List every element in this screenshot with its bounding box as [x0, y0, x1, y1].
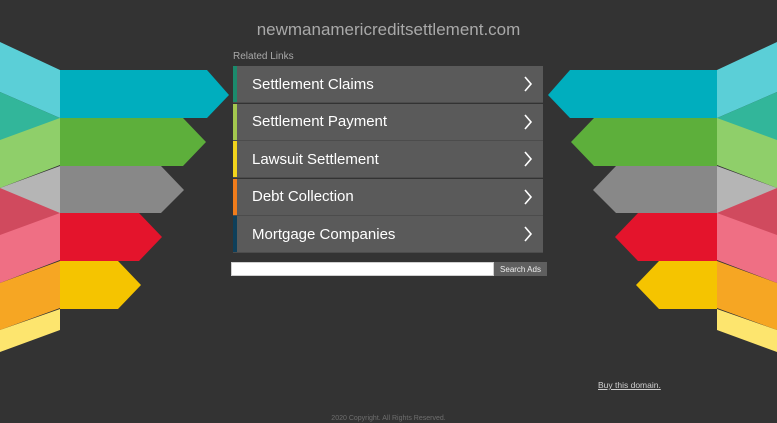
- right-band-gray: [593, 166, 717, 213]
- left-band-gray: [60, 166, 184, 213]
- link-color-bar: [233, 66, 237, 102]
- related-links-label: Related Links: [233, 51, 294, 62]
- buy-domain-link[interactable]: Buy this domain.: [598, 380, 661, 390]
- right-band-red: [615, 213, 717, 261]
- search-input[interactable]: [231, 262, 494, 276]
- link-color-bar: [233, 178, 237, 215]
- link-mortgage-companies[interactable]: Mortgage Companies: [233, 216, 543, 253]
- copyright-text: 2020 Copyright. All Rights Reserved.: [331, 415, 446, 422]
- left-decoration: [0, 42, 229, 352]
- link-label: Settlement Claims: [252, 75, 374, 93]
- left-band-red: [60, 213, 162, 261]
- search-bar: Search Ads: [231, 262, 547, 276]
- link-debt-collection[interactable]: Debt Collection: [233, 178, 543, 216]
- link-label: Mortgage Companies: [252, 225, 396, 243]
- link-label: Settlement Payment: [252, 113, 388, 130]
- chevron-right-icon: [524, 188, 533, 205]
- left-band-green: [60, 118, 206, 166]
- chevron-right-icon: [524, 113, 533, 130]
- chevron-right-icon: [524, 76, 533, 92]
- link-color-bar: [233, 103, 237, 140]
- link-color-bar: [233, 216, 237, 252]
- link-lawsuit-settlement[interactable]: Lawsuit Settlement: [233, 141, 543, 178]
- right-band-green: [571, 118, 717, 166]
- link-label: Debt Collection: [252, 188, 354, 205]
- link-settlement-payment[interactable]: Settlement Payment: [233, 103, 543, 141]
- related-links-list: Settlement Claims Settlement Payment Law…: [233, 66, 543, 254]
- link-label: Lawsuit Settlement: [252, 150, 379, 168]
- link-color-bar: [233, 141, 237, 177]
- right-decoration: [548, 42, 777, 352]
- domain-title: newmanamericreditsettlement.com: [256, 20, 521, 39]
- parked-domain-page: newmanamericreditsettlement.com Related …: [0, 0, 777, 423]
- link-settlement-claims[interactable]: Settlement Claims: [233, 66, 543, 103]
- chevron-right-icon: [524, 151, 533, 167]
- left-band-yellow: [60, 261, 141, 309]
- right-band-cyan: [548, 70, 717, 118]
- chevron-right-icon: [524, 226, 533, 242]
- left-band-cyan: [60, 70, 229, 118]
- right-band-yellow: [636, 261, 717, 309]
- search-ads-button[interactable]: Search Ads: [494, 262, 547, 276]
